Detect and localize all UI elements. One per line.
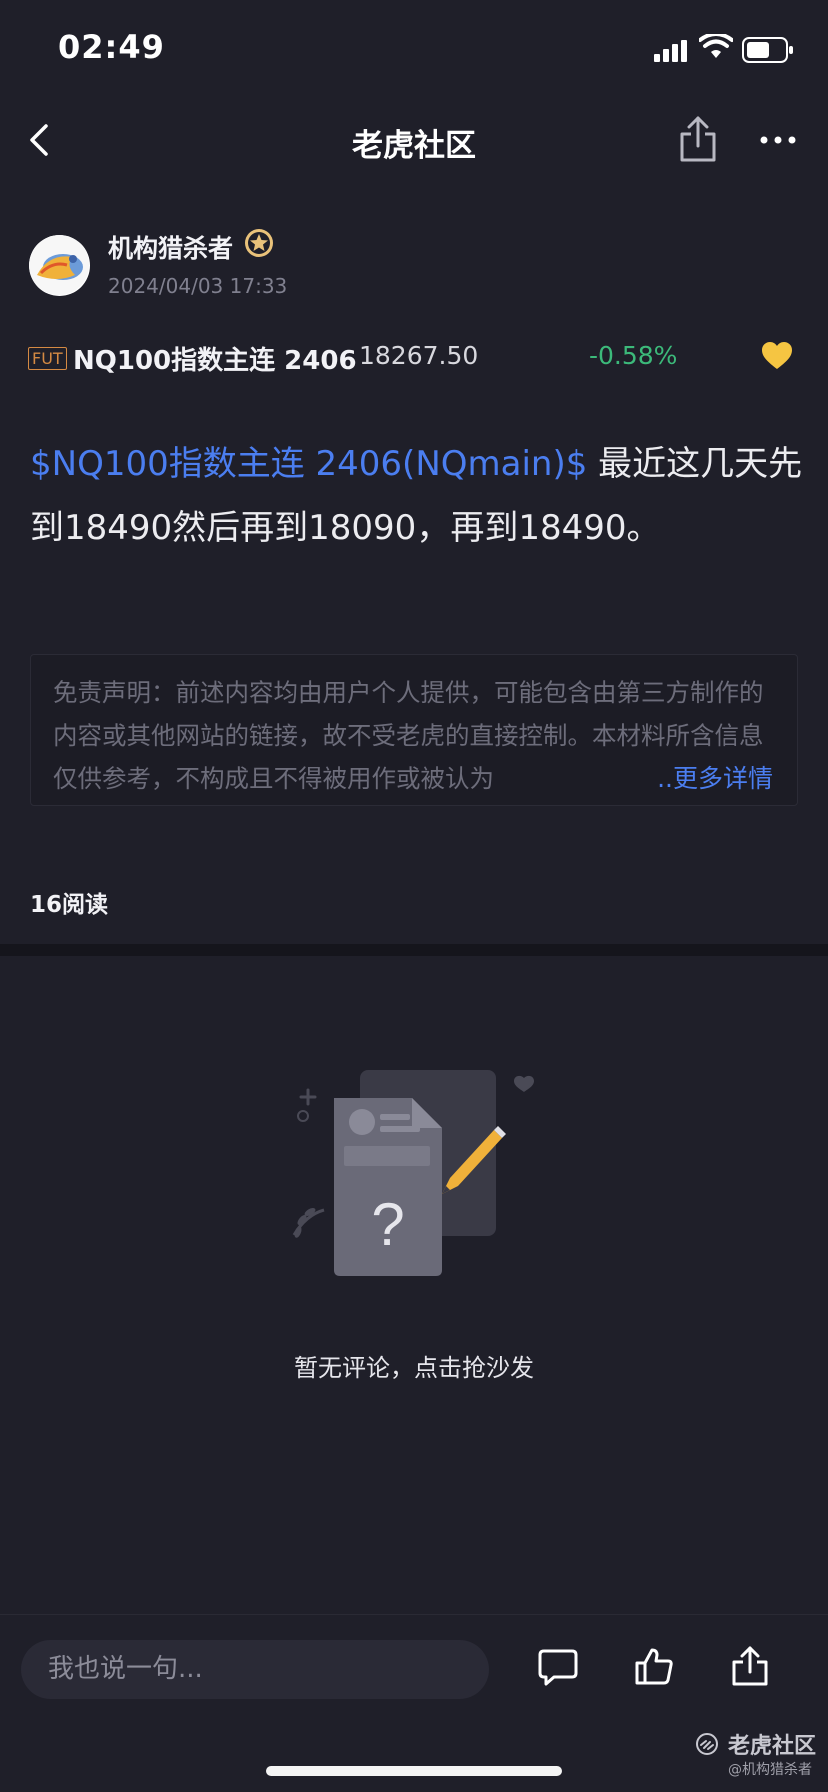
- avatar-image: [29, 235, 89, 295]
- tiger-logo-icon: [696, 1733, 718, 1755]
- comment-icon[interactable]: [538, 1648, 578, 1686]
- battery-icon: [742, 37, 793, 63]
- svg-text:?: ?: [371, 1191, 404, 1258]
- share-icon[interactable]: [730, 1645, 770, 1687]
- empty-comments-illustration: ?: [292, 1070, 534, 1276]
- more-details-link[interactable]: ..更多详情: [627, 757, 773, 800]
- watermark-handle: @机构猎杀者: [728, 1762, 812, 1778]
- home-indicator: [266, 1766, 562, 1776]
- ticker-link[interactable]: $NQ100指数主连 2406(NQmain)$: [30, 444, 587, 484]
- avatar[interactable]: [29, 235, 90, 296]
- read-count: 16阅读: [30, 892, 109, 918]
- ticker-change: -0.58%: [589, 341, 678, 370]
- ticker-name[interactable]: NQ100指数主连 2406: [73, 340, 357, 377]
- heart-icon[interactable]: [760, 340, 794, 371]
- section-divider: [0, 944, 828, 956]
- status-time: 02:49: [58, 28, 165, 66]
- author-name[interactable]: 机构猎杀者: [108, 229, 233, 265]
- disclaimer-box: 免责声明：前述内容均由用户个人提供，可能包含由第三方制作的内容或其他网站的链接，…: [30, 654, 798, 806]
- watermark-brand: 老虎社区: [728, 1734, 817, 1759]
- post-timestamp: 2024/04/03 17:33: [108, 274, 288, 298]
- verified-badge-icon: [245, 229, 273, 257]
- share-icon[interactable]: [676, 114, 720, 164]
- more-dots-icon[interactable]: [758, 132, 798, 148]
- post-body: $NQ100指数主连 2406(NQmain)$ 最近这几天先到18490然后再…: [30, 432, 810, 560]
- comment-input[interactable]: 我也说一句...: [21, 1640, 489, 1699]
- wifi-icon: [699, 34, 733, 58]
- thumbs-up-icon[interactable]: [634, 1646, 674, 1686]
- cellular-signal-icon: [654, 40, 687, 62]
- futures-tag: FUT: [28, 347, 67, 370]
- ticker-price: 18267.50: [359, 341, 479, 370]
- empty-comments-text[interactable]: 暂无评论，点击抢沙发: [0, 1348, 828, 1383]
